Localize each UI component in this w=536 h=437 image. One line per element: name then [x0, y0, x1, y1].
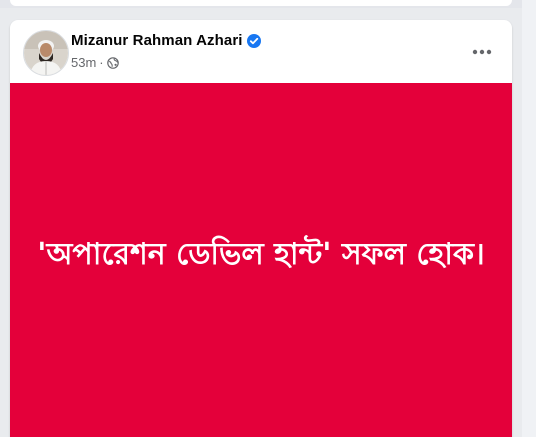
previous-post-edge [0, 0, 536, 8]
globe-icon[interactable] [106, 56, 119, 69]
post-card: Mizanur Rahman Azhari 53m · 'অপারেশন ডেভ… [10, 20, 512, 437]
post-image-text: 'অপারেশন ডেভিল হান্ট' সফল হোক। [37, 237, 485, 272]
author-name[interactable]: Mizanur Rahman Azhari [71, 32, 243, 49]
more-options-button[interactable] [464, 34, 500, 70]
meta-separator: · [99, 55, 104, 70]
post-timestamp[interactable]: 53m [71, 55, 96, 70]
post-meta: 53m · [71, 55, 119, 70]
post-header: Mizanur Rahman Azhari 53m · [10, 20, 512, 82]
page-scrollbar[interactable] [522, 0, 536, 437]
previous-card-bottom [10, 0, 512, 6]
author-avatar[interactable] [23, 30, 69, 76]
post-image[interactable]: 'অপারেশন ডেভিল হান্ট' সফল হোক। [10, 83, 512, 437]
author-row: Mizanur Rahman Azhari [71, 32, 261, 49]
verified-badge-icon [246, 33, 261, 48]
more-horizontal-icon [472, 49, 492, 55]
avatar-image [24, 31, 68, 75]
